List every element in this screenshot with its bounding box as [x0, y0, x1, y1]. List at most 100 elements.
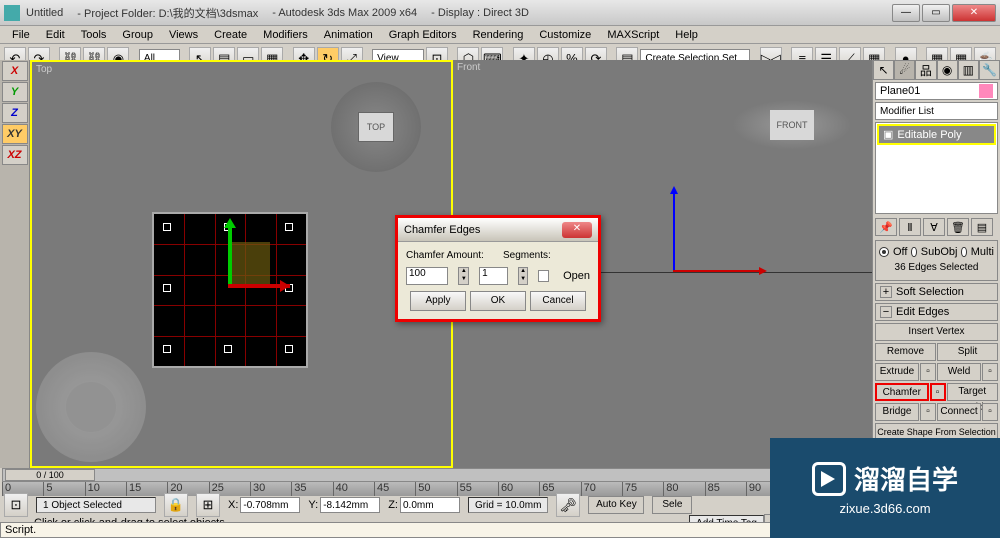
autokey-button[interactable]: Auto Key — [588, 496, 644, 514]
ignore-multi-radio[interactable] — [961, 247, 966, 257]
object-name-field[interactable]: Plane01 — [875, 82, 998, 100]
viewcube-top[interactable]: TOP — [331, 82, 421, 172]
menu-grapheditors[interactable]: Graph Editors — [381, 29, 465, 41]
bridge-button[interactable]: Bridge — [875, 403, 919, 421]
cancel-button[interactable]: Cancel — [530, 291, 586, 311]
weld-settings-button[interactable]: ▫ — [982, 363, 998, 381]
motion-tab[interactable]: ◉ — [937, 60, 958, 80]
display-tab[interactable]: ▥ — [958, 60, 979, 80]
chamfer-amount-spinner[interactable]: ▲▼ — [458, 267, 469, 285]
viewport-top-label: Top — [36, 64, 52, 75]
gizmo-x-axis[interactable] — [228, 284, 290, 288]
coord-x-input[interactable] — [240, 497, 300, 513]
watermark: 溜溜自学 zixue.3d66.com — [770, 438, 1000, 538]
maximize-button[interactable]: ▭ — [922, 4, 950, 22]
modify-tab[interactable]: ☄ — [894, 60, 915, 80]
app-name: - Autodesk 3ds Max 2009 x64 — [272, 7, 417, 19]
object-color-swatch[interactable] — [979, 84, 993, 98]
viewcube-front[interactable]: FRONT — [732, 100, 852, 150]
transform-type-button[interactable]: ⊞ — [196, 493, 220, 517]
modifier-editable-poly[interactable]: ▣ Editable Poly — [877, 124, 996, 145]
ignore-subobj-radio[interactable] — [911, 247, 916, 257]
gizmo-plane[interactable] — [230, 242, 270, 286]
menu-modifiers[interactable]: Modifiers — [255, 29, 316, 41]
chamfer-button[interactable]: Chamfer — [875, 383, 929, 401]
axis-xz-button[interactable]: XZ — [2, 145, 28, 165]
make-unique-button[interactable]: ∀ — [923, 218, 945, 236]
selection-count: 36 Edges Selected — [879, 262, 994, 273]
dialog-title-bar[interactable]: Chamfer Edges ✕ — [398, 218, 598, 242]
front-x-axis — [673, 270, 763, 272]
utilities-tab[interactable]: 🔧 — [979, 60, 1000, 80]
dialog-close-button[interactable]: ✕ — [562, 222, 592, 238]
time-slider[interactable]: 0 / 100 — [2, 468, 870, 482]
ok-button[interactable]: OK — [470, 291, 526, 311]
watermark-play-icon — [812, 462, 846, 496]
weld-button[interactable]: Weld — [937, 363, 981, 381]
create-tab[interactable]: ↖ — [873, 60, 894, 80]
chamfer-settings-button[interactable]: ▫ — [930, 383, 946, 401]
menu-help[interactable]: Help — [667, 29, 706, 41]
axis-y-button[interactable]: Y — [2, 82, 28, 102]
time-slider-thumb[interactable]: 0 / 100 — [5, 469, 95, 481]
segments-spinner[interactable]: ▲▼ — [518, 267, 529, 285]
segments-label: Segments: — [503, 250, 590, 261]
gizmo-y-axis[interactable] — [228, 222, 232, 284]
remove-modifier-button[interactable]: 🗑 — [947, 218, 969, 236]
connect-button[interactable]: Connect — [937, 403, 981, 421]
title-bar: Untitled - Project Folder: D:\我的文档\3dsma… — [0, 0, 1000, 26]
modifier-list-dropdown[interactable]: Modifier List — [875, 102, 998, 120]
dialog-title: Chamfer Edges — [404, 224, 480, 236]
target-weld-button[interactable]: Target Weld — [947, 383, 999, 401]
axis-x-button[interactable]: X — [2, 61, 28, 81]
expand-icon[interactable]: ▣ — [883, 128, 893, 141]
modifier-stack[interactable]: ▣ Editable Poly — [875, 122, 998, 214]
close-button[interactable]: ✕ — [952, 4, 996, 22]
apply-button[interactable]: Apply — [410, 291, 466, 311]
configure-button[interactable]: ▤ — [971, 218, 993, 236]
menu-group[interactable]: Group — [114, 29, 161, 41]
menu-animation[interactable]: Animation — [316, 29, 381, 41]
edit-edges-rollout[interactable]: −Edit Edges — [875, 303, 998, 321]
insert-vertex-button[interactable]: Insert Vertex — [875, 323, 998, 341]
app-icon — [4, 5, 20, 21]
bridge-settings-button[interactable]: ▫ — [920, 403, 936, 421]
script-bar[interactable]: Script. — [0, 522, 872, 538]
axis-z-button[interactable]: Z — [2, 103, 28, 123]
time-ruler[interactable]: 0510152025303540455055606570758085909510… — [2, 482, 870, 496]
keymode-button[interactable]: ⊡ — [4, 493, 28, 517]
chamfer-amount-input[interactable]: 100 — [406, 267, 448, 285]
menu-views[interactable]: Views — [161, 29, 206, 41]
soft-selection-rollout[interactable]: +Soft Selection — [875, 283, 998, 301]
steering-wheel[interactable] — [36, 352, 146, 462]
extrude-button[interactable]: Extrude — [875, 363, 919, 381]
viewport-front-label: Front — [457, 62, 480, 73]
connect-settings-button[interactable]: ▫ — [982, 403, 998, 421]
selection-info: 1 Object Selected — [36, 497, 156, 513]
selection-button[interactable]: Sele — [652, 496, 692, 514]
split-button[interactable]: Split — [937, 343, 998, 361]
menu-maxscript[interactable]: MAXScript — [599, 29, 667, 41]
open-checkbox[interactable] — [538, 270, 549, 282]
menu-rendering[interactable]: Rendering — [465, 29, 532, 41]
pin-stack-button[interactable]: 📌 — [875, 218, 897, 236]
coord-z-input[interactable] — [400, 497, 460, 513]
doc-title: Untitled — [26, 7, 63, 19]
lock-button[interactable]: 🔒 — [164, 493, 188, 517]
menu-edit[interactable]: Edit — [38, 29, 73, 41]
extrude-settings-button[interactable]: ▫ — [920, 363, 936, 381]
key-icon[interactable]: 🗝 — [556, 493, 580, 517]
axis-xy-button[interactable]: XY — [2, 124, 28, 144]
viewport-top[interactable]: Top TOP — [30, 60, 453, 468]
coord-y-input[interactable] — [320, 497, 380, 513]
segments-input[interactable]: 1 — [479, 267, 508, 285]
remove-button[interactable]: Remove — [875, 343, 936, 361]
show-end-result-button[interactable]: Ⅱ — [899, 218, 921, 236]
menu-customize[interactable]: Customize — [531, 29, 599, 41]
menu-file[interactable]: File — [4, 29, 38, 41]
menu-tools[interactable]: Tools — [73, 29, 115, 41]
minimize-button[interactable]: — — [892, 4, 920, 22]
menu-create[interactable]: Create — [206, 29, 255, 41]
ignore-off-radio[interactable] — [879, 247, 889, 257]
hierarchy-tab[interactable]: 品 — [915, 60, 936, 80]
